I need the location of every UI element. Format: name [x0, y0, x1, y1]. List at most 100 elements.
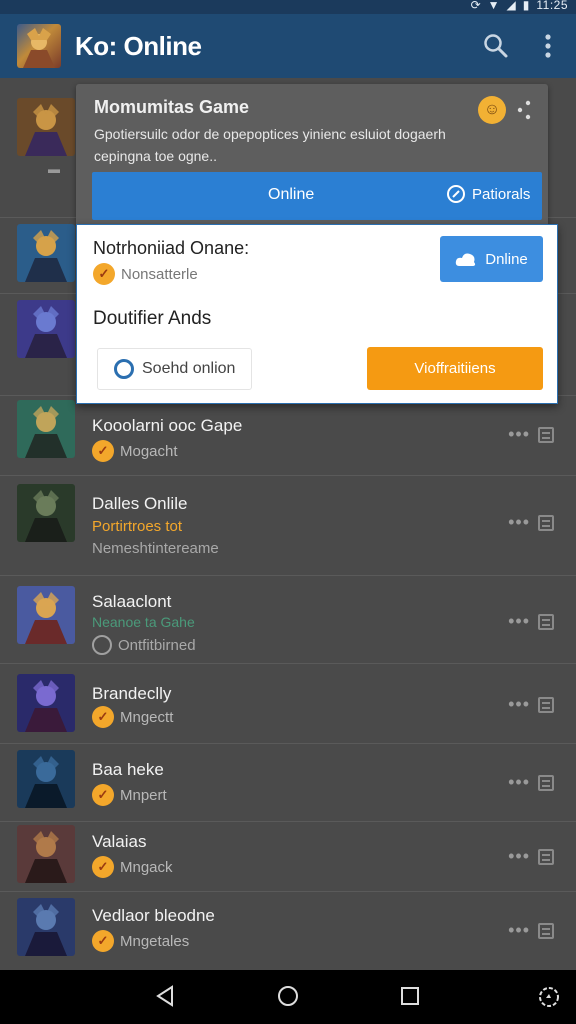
more-vert-icon[interactable]: [538, 32, 558, 60]
list-item-status: ✓ Mngectt: [92, 706, 173, 728]
check-badge-icon: ✓: [92, 930, 114, 952]
share-dots-icon[interactable]: [514, 98, 534, 122]
cloud-icon: [456, 253, 476, 266]
list-menu-icon[interactable]: [538, 697, 554, 713]
list-item[interactable]: Salaaclont Neanoe ta Gahe Ontfitbirned •…: [0, 576, 576, 664]
list-item[interactable]: Baa heke ✓ Mnpert •••: [0, 744, 576, 822]
list-item-detail: Nemeshtintereame: [92, 540, 219, 557]
more-horiz-icon[interactable]: •••: [508, 611, 530, 632]
recents-icon[interactable]: [399, 984, 421, 1013]
game-avatar: [17, 98, 75, 156]
more-horiz-icon[interactable]: •••: [508, 772, 530, 793]
list-item-status: Ontfitbirned: [92, 635, 196, 655]
check-badge-icon: ✓: [92, 706, 114, 728]
list-item-title: Baa heke: [92, 760, 164, 779]
list-item-title: Brandeclly: [92, 684, 172, 703]
search-icon[interactable]: [482, 32, 510, 60]
signal-icon: ◢: [506, 0, 516, 12]
list-item-detail: Ontfitbirned: [118, 636, 196, 654]
check-badge-icon: ✓: [92, 856, 114, 878]
list-item-status: ✓ Mngetales: [92, 930, 189, 952]
app-bar: Ko: Online: [0, 14, 576, 78]
radio-icon: [114, 359, 134, 379]
app-title: Ko: Online: [75, 30, 202, 61]
game-avatar: [17, 224, 75, 282]
list-item[interactable]: Valaias ✓ Mngack •••: [0, 822, 576, 892]
list-menu-icon[interactable]: [538, 849, 554, 865]
list-item-subtitle: Mogacht: [120, 442, 178, 460]
notification-status: ✓ Nonsatterle: [93, 263, 198, 285]
online-label: Online: [268, 186, 315, 203]
home-icon[interactable]: [276, 984, 300, 1013]
notification-card: Notrhoniiad Onane: ✓ Nonsatterle Dnline …: [76, 224, 558, 404]
search-online-button[interactable]: Soehd onlion: [97, 348, 252, 390]
list-item[interactable]: Dalles Onlile Portirtroes tot Nemeshtint…: [0, 476, 576, 576]
list-menu-icon[interactable]: [538, 614, 554, 630]
list-item-title: Salaaclont: [92, 592, 172, 611]
list-item-subtitle: Neanoe ta Gahe: [92, 614, 195, 630]
online-button[interactable]: Dnline: [440, 236, 543, 282]
list-item-status: ✓ Mnpert: [92, 784, 167, 806]
search-online-label: Soehd onlion: [142, 360, 236, 377]
list-item-status: ✓ Mogacht: [92, 440, 178, 462]
status-time: 11:25: [536, 0, 568, 12]
list-item[interactable]: Brandeclly ✓ Mngectt •••: [0, 664, 576, 744]
status-icons: ⟳ ▼ ◢ ▮ 11:25: [471, 0, 568, 12]
more-horiz-icon[interactable]: •••: [508, 694, 530, 715]
list-item[interactable]: Vedlaor bleodne ✓ Mngetales •••: [0, 892, 576, 972]
smiley-icon[interactable]: ☺: [478, 96, 506, 124]
game-avatar: [17, 400, 75, 458]
check-badge-icon: ✓: [92, 440, 114, 462]
pending-icon: [92, 635, 112, 655]
list-item-subtitle: Mnpert: [120, 786, 167, 804]
list-item-subtitle: Mngetales: [120, 932, 190, 950]
rationale-label: Patiorals: [472, 185, 531, 203]
system-nav-bar: [0, 970, 576, 1024]
feedback-icon: [447, 185, 465, 203]
notification-title: Notrhoniiad Onane:: [93, 238, 250, 258]
check-badge-icon: ✓: [93, 263, 115, 285]
list-item-subtitle: Mngectt: [120, 708, 174, 726]
more-horiz-icon: ▬: [48, 162, 61, 176]
list-item-subtitle: Mngack: [120, 858, 173, 876]
notifications-button[interactable]: Vioffraitiiens: [367, 347, 543, 390]
list-menu-icon[interactable]: [538, 515, 554, 531]
status-bar: ⟳ ▼ ◢ ▮ 11:25: [0, 0, 576, 14]
list-item-title: Kooolarni ooc Gape: [92, 416, 243, 435]
back-icon[interactable]: [154, 984, 176, 1013]
game-avatar: [17, 898, 75, 956]
list-item-title: Dalles Onlile: [92, 494, 188, 513]
more-horiz-icon[interactable]: •••: [508, 846, 530, 867]
list-item-subtitle: Portirtroes tot: [92, 518, 183, 535]
more-horiz-icon[interactable]: •••: [508, 920, 530, 941]
popup-title: Momumitas Game: [94, 97, 250, 117]
assistant-icon[interactable]: [536, 984, 562, 1015]
sync-icon: ⟳: [470, 0, 481, 12]
game-avatar: [17, 300, 75, 358]
list-item-title: Vedlaor bleodne: [92, 906, 215, 925]
game-avatar: [17, 586, 75, 644]
more-horiz-icon[interactable]: •••: [508, 512, 530, 533]
app-logo: [17, 24, 61, 68]
list-item[interactable]: Kooolarni ooc Gape ✓ Mogacht •••: [0, 396, 576, 476]
popup-description: Gpotiersuilc odor de opepoptices yinienc…: [94, 126, 446, 164]
list-item-status: ✓ Mngack: [92, 856, 173, 878]
list-menu-icon[interactable]: [538, 427, 554, 443]
wifi-icon: ▼: [487, 0, 500, 12]
list-item-title: Valaias: [92, 832, 147, 851]
notification-subtitle: Doutifier Ands: [93, 308, 212, 329]
rationale-button[interactable]: Patiorals: [446, 184, 530, 204]
game-avatar: [17, 484, 75, 542]
battery-icon: ▮: [522, 0, 530, 12]
more-horiz-icon[interactable]: •••: [508, 424, 530, 445]
popup-header-card: Momumitas Game Gpotiersuilc odor de opep…: [76, 84, 548, 224]
game-avatar: [17, 825, 75, 883]
list-menu-icon[interactable]: [538, 775, 554, 791]
list-menu-icon[interactable]: [538, 923, 554, 939]
game-avatar: [17, 674, 75, 732]
online-button-label: Dnline: [485, 250, 528, 268]
game-popup: Momumitas Game Gpotiersuilc odor de opep…: [76, 84, 558, 404]
game-avatar: [17, 750, 75, 808]
check-badge-icon: ✓: [92, 784, 114, 806]
popup-online-bar[interactable]: Online Patiorals: [92, 172, 542, 220]
